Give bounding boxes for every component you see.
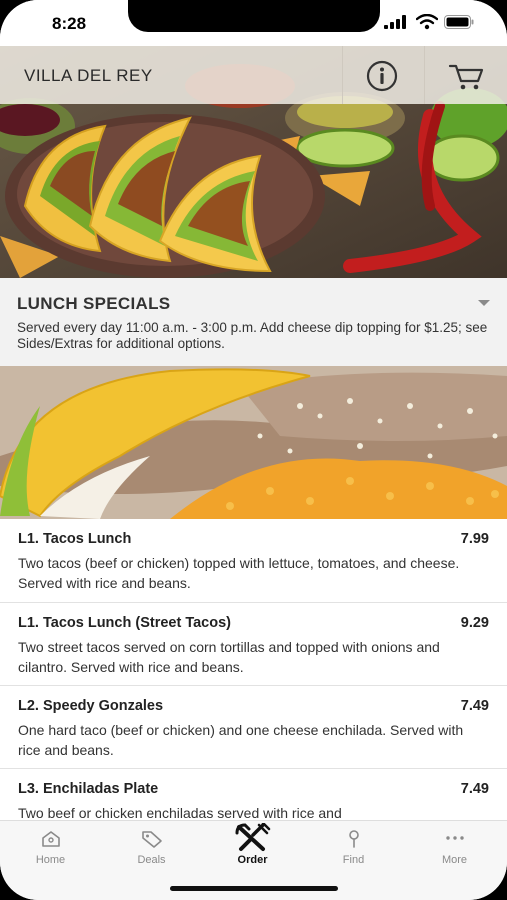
cellular-signal-icon xyxy=(384,15,406,29)
menu-item-price: 7.49 xyxy=(460,698,489,714)
menu-item-price: 7.99 xyxy=(460,531,489,547)
tab-home-label: Home xyxy=(35,854,66,866)
menu-item-description: Two tacos (beef or chicken) topped with … xyxy=(18,555,460,591)
tab-order[interactable]: Order xyxy=(202,821,303,877)
status-time: 8:28 xyxy=(52,14,87,33)
tab-order-label: Order xyxy=(237,854,268,866)
header-divider xyxy=(424,46,425,104)
section-header[interactable]: LUNCH SPECIALS Served every day 11:00 a.… xyxy=(0,278,507,366)
section-description: Served every day 11:00 a.m. - 3:00 p.m. … xyxy=(17,320,488,351)
menu-item-price: 7.49 xyxy=(460,781,489,797)
section-title: LUNCH SPECIALS xyxy=(17,294,171,313)
home-indicator[interactable] xyxy=(170,886,338,891)
tab-find[interactable]: Find xyxy=(303,821,404,877)
wifi-icon xyxy=(416,14,438,30)
section-image xyxy=(0,366,507,519)
battery-icon xyxy=(444,15,474,29)
status-bar: 8:28 xyxy=(0,0,507,46)
more-icon xyxy=(446,836,464,840)
cart-button[interactable] xyxy=(446,60,486,92)
tag-icon xyxy=(142,831,162,848)
menu-item-name: L1. Tacos Lunch xyxy=(18,531,132,547)
menu-item-name: L2. Speedy Gonzales xyxy=(18,698,164,714)
app-screen: 8:28 VILLA DEL REY LUNCH SPECIALS Served… xyxy=(0,0,507,900)
taco-rice-beans-photo xyxy=(0,366,507,519)
menu-item[interactable]: L1. Tacos Lunch 7.99 Two tacos (beef or … xyxy=(0,519,507,603)
menu-item-description: One hard taco (beef or chicken) and one … xyxy=(18,722,464,758)
tab-find-label: Find xyxy=(342,854,365,866)
header-bar: VILLA DEL REY xyxy=(0,46,507,104)
menu-item[interactable]: L2. Speedy Gonzales 7.49 One hard taco (… xyxy=(0,686,507,769)
tab-more-label: More xyxy=(441,854,468,866)
menu-item-description: Two beef or chicken enchiladas served wi… xyxy=(18,805,342,820)
notch xyxy=(128,0,380,32)
utensils-icon xyxy=(235,823,271,851)
restaurant-name: VILLA DEL REY xyxy=(24,66,153,85)
menu-item[interactable]: L1. Tacos Lunch (Street Tacos) 9.29 Two … xyxy=(0,603,507,686)
tab-deals[interactable]: Deals xyxy=(101,821,202,877)
home-icon xyxy=(42,831,60,847)
info-icon xyxy=(366,60,398,92)
header-divider xyxy=(342,46,343,104)
chevron-down-icon[interactable] xyxy=(478,300,490,306)
tab-more[interactable]: More xyxy=(404,821,505,877)
tab-home[interactable]: Home xyxy=(0,821,101,877)
cart-icon xyxy=(448,64,484,90)
menu-item-description: Two street tacos served on corn tortilla… xyxy=(18,639,440,675)
menu-item-name: L3. Enchiladas Plate xyxy=(18,781,159,797)
pin-icon xyxy=(349,830,359,848)
menu-list: L1. Tacos Lunch 7.99 Two tacos (beef or … xyxy=(0,519,507,820)
tab-deals-label: Deals xyxy=(137,854,166,866)
info-button[interactable] xyxy=(366,60,398,92)
menu-item[interactable]: L3. Enchiladas Plate 7.49 Two beef or ch… xyxy=(0,769,507,820)
menu-item-price: 9.29 xyxy=(460,615,489,631)
menu-item-name: L1. Tacos Lunch (Street Tacos) xyxy=(18,615,231,631)
